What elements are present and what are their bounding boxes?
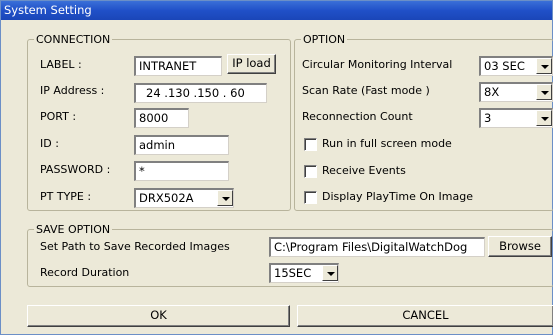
- receive-events-label[interactable]: Receive Events: [322, 164, 406, 178]
- save-option-group-title: SAVE OPTION: [34, 223, 113, 236]
- display-playtime-label[interactable]: Display PlayTime On Image: [322, 190, 473, 204]
- port-input[interactable]: 8000: [134, 108, 189, 128]
- browse-button[interactable]: Browse: [488, 236, 552, 257]
- reconnection-count-label: Reconnection Count: [302, 110, 413, 123]
- chevron-down-icon[interactable]: [536, 58, 552, 74]
- save-path-input[interactable]: C:\Program Files\DigitalWatchDog: [269, 237, 485, 257]
- record-duration-value: 15SEC: [274, 266, 312, 280]
- ip-load-button[interactable]: IP load: [227, 54, 276, 74]
- label-field-label: LABEL :: [40, 58, 82, 71]
- id-input[interactable]: admin: [134, 135, 229, 155]
- cancel-button[interactable]: CANCEL: [297, 305, 553, 327]
- display-playtime-checkbox[interactable]: [304, 191, 317, 204]
- pt-type-select[interactable]: DRX502A: [134, 188, 234, 208]
- monitoring-interval-value: 03 SEC: [484, 59, 525, 73]
- record-duration-select[interactable]: 15SEC: [269, 263, 339, 283]
- reconnection-count-value: 3: [484, 111, 492, 125]
- port-label: PORT :: [40, 110, 77, 123]
- scan-rate-select[interactable]: 8X: [479, 82, 553, 102]
- connection-group-title: CONNECTION: [34, 33, 113, 46]
- scan-rate-label: Scan Rate (Fast mode ): [302, 84, 430, 97]
- fullscreen-label[interactable]: Run in full screen mode: [322, 137, 452, 151]
- pt-type-value: DRX502A: [139, 191, 194, 205]
- password-label: PASSWORD :: [40, 163, 111, 176]
- label-input[interactable]: INTRANET: [134, 56, 222, 76]
- reconnection-count-select[interactable]: 3: [479, 108, 553, 128]
- ip-address-label: IP Address :: [40, 84, 105, 97]
- fullscreen-checkbox[interactable]: [304, 138, 317, 151]
- chevron-down-icon[interactable]: [536, 84, 552, 100]
- ip-address-input[interactable]: 24 .130 .150 . 60: [134, 83, 267, 103]
- id-label: ID :: [40, 137, 59, 150]
- chevron-down-icon[interactable]: [536, 110, 552, 126]
- save-path-label: Set Path to Save Recorded Images: [40, 240, 230, 253]
- scan-rate-value: 8X: [484, 85, 500, 99]
- monitoring-interval-select[interactable]: 03 SEC: [479, 56, 553, 76]
- record-duration-label: Record Duration: [40, 266, 130, 279]
- option-group-title: OPTION: [301, 33, 348, 46]
- system-setting-window: System Setting CONNECTION LABEL : INTRAN…: [0, 0, 553, 335]
- pt-type-label: PT TYPE :: [40, 190, 92, 203]
- ok-button[interactable]: OK: [27, 305, 290, 327]
- receive-events-checkbox[interactable]: [304, 165, 317, 178]
- window-title: System Setting: [1, 1, 552, 20]
- chevron-down-icon[interactable]: [217, 190, 233, 206]
- monitoring-interval-label: Circular Monitoring Interval: [302, 58, 453, 71]
- password-input[interactable]: *: [134, 161, 229, 181]
- chevron-down-icon[interactable]: [322, 265, 338, 281]
